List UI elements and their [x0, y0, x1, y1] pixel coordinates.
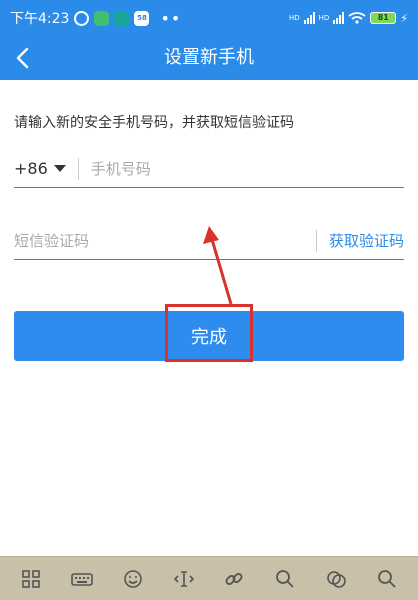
- cursor-icon[interactable]: [170, 565, 198, 593]
- divider: [315, 229, 317, 252]
- signal-icon: [303, 12, 315, 24]
- hd-label: HD: [288, 13, 300, 22]
- battery-icon: 81: [370, 12, 397, 24]
- alarm-icon: [74, 10, 90, 26]
- hd-label-2: HD: [318, 13, 330, 22]
- nav-bar: 设置新手机: [0, 36, 418, 80]
- divider: [77, 157, 79, 180]
- status-left: 下午4:23 58 ••: [10, 8, 181, 28]
- keyboard-icon[interactable]: [68, 565, 96, 593]
- country-code-label: +86: [14, 159, 48, 178]
- wifi-icon: [348, 12, 366, 24]
- caret-down-icon: [53, 165, 66, 172]
- app-notification-icon: [94, 10, 110, 26]
- country-code-selector[interactable]: +86: [14, 159, 66, 178]
- search-icon[interactable]: [271, 565, 299, 593]
- get-code-button[interactable]: 获取验证码: [329, 230, 404, 251]
- search-icon-2[interactable]: [373, 565, 401, 593]
- code-row: 获取验证码: [14, 222, 404, 260]
- phone-row: +86: [14, 150, 404, 188]
- sms-code-input[interactable]: [14, 231, 316, 250]
- grid-icon[interactable]: [17, 565, 45, 593]
- page-title: 设置新手机: [164, 47, 254, 68]
- status-time: 下午4:23: [10, 11, 70, 27]
- app-notification-icon-3: 58: [134, 10, 150, 26]
- done-button[interactable]: 完成: [14, 311, 404, 361]
- signal-icon-2: [333, 12, 345, 24]
- keyboard-toolbar: [0, 556, 418, 600]
- app-notification-icon-2: [114, 10, 130, 26]
- instruction-text: 请输入新的安全手机号码，并获取短信验证码: [14, 115, 294, 131]
- link-icon[interactable]: [220, 565, 248, 593]
- status-bar: 下午4:23 58 •• HD HD 81 ⚡: [0, 0, 418, 36]
- phone-input[interactable]: [90, 159, 404, 178]
- emoji-icon[interactable]: [119, 565, 147, 593]
- status-right: HD HD 81 ⚡: [289, 12, 408, 25]
- charging-icon: ⚡: [400, 11, 408, 25]
- sticker-icon[interactable]: [322, 565, 350, 593]
- more-notifications-icon: ••: [160, 8, 182, 28]
